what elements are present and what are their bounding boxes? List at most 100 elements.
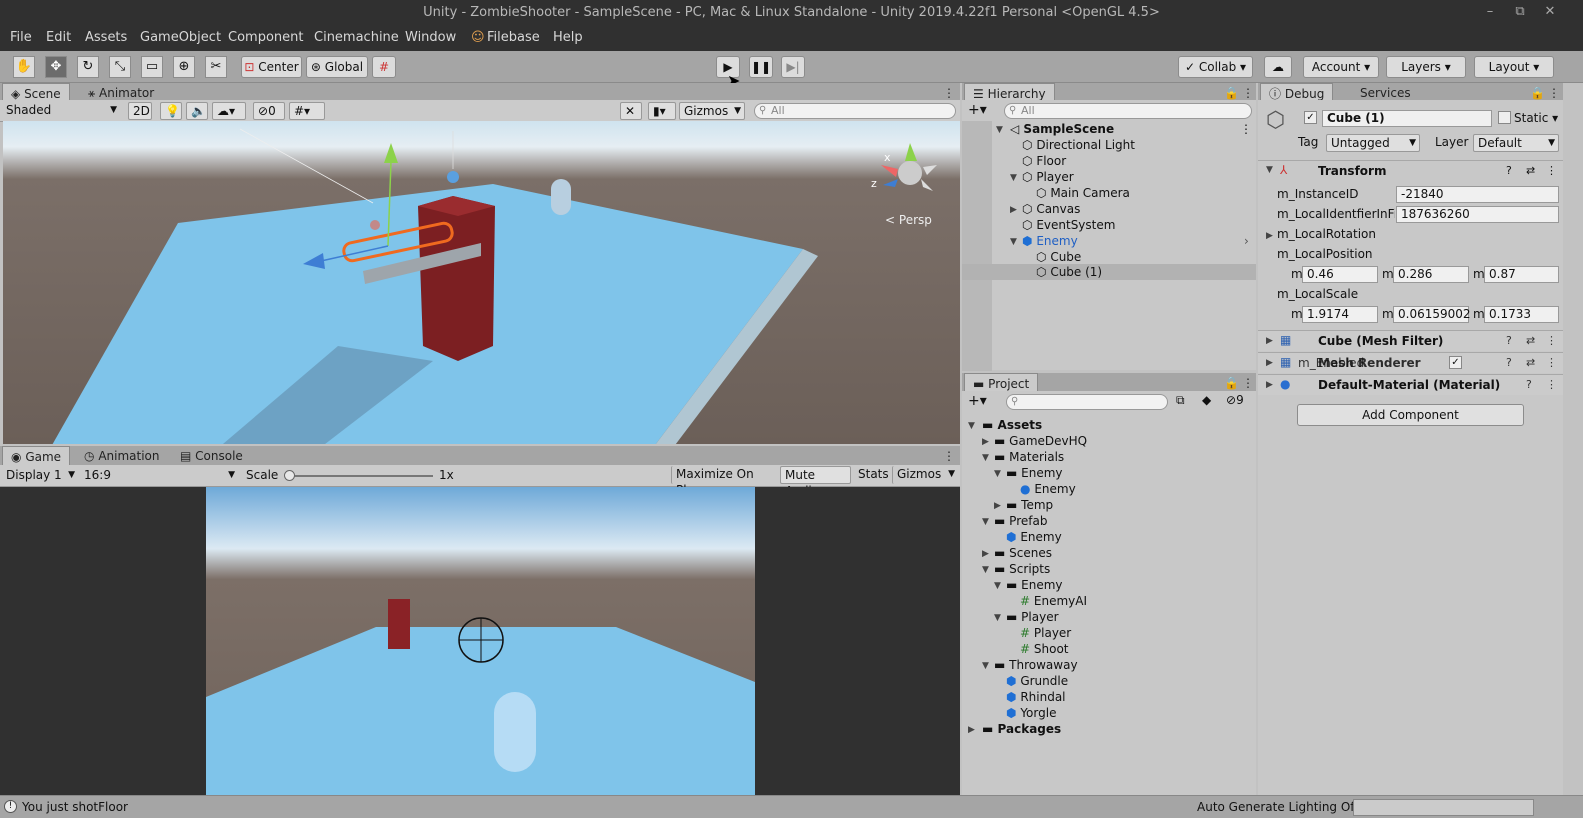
collapse-icon[interactable]: ▶ bbox=[1266, 336, 1273, 346]
static-checkbox[interactable] bbox=[1498, 111, 1511, 124]
position-x-field[interactable]: 0.46 bbox=[1302, 266, 1378, 283]
tag-dropdown[interactable]: Untagged ▼ bbox=[1326, 134, 1420, 152]
scene-search-input[interactable]: ⚲ All bbox=[754, 103, 956, 119]
custom-tool-icon[interactable]: ✂ bbox=[205, 56, 227, 78]
collapse-icon[interactable]: ▶ bbox=[1266, 231, 1273, 241]
hierarchy-item[interactable]: ⬡ Floor bbox=[1022, 153, 1066, 169]
scale-slider-track[interactable] bbox=[288, 475, 433, 477]
component-menu-icon[interactable]: ⋮ bbox=[1546, 164, 1557, 177]
add-component-button[interactable]: Add Component bbox=[1297, 404, 1524, 426]
project-item[interactable]: ⬢ Grundle bbox=[1006, 673, 1068, 689]
menu-file[interactable]: File bbox=[10, 30, 32, 45]
project-item[interactable]: ▬ Enemy bbox=[1006, 577, 1063, 593]
expand-icon[interactable]: ▼ bbox=[982, 661, 989, 671]
close-button[interactable]: ✕ bbox=[1541, 3, 1559, 21]
project-item[interactable]: ▬ Scenes bbox=[994, 545, 1052, 561]
preset-icon[interactable]: ⇄ bbox=[1526, 356, 1535, 369]
expand-icon[interactable]: ▼ bbox=[1010, 173, 1017, 183]
layer-dropdown[interactable]: Default ▼ bbox=[1473, 134, 1559, 152]
collapse-icon[interactable]: ▶ bbox=[968, 725, 975, 735]
menu-component[interactable]: Component bbox=[228, 30, 303, 45]
chevron-right-icon[interactable]: › bbox=[1244, 234, 1249, 248]
tab-console[interactable]: ▤ Console bbox=[172, 446, 251, 466]
aspect-dropdown[interactable]: 16:9 ▼ bbox=[80, 467, 238, 485]
project-item[interactable]: ▬ Scripts bbox=[994, 561, 1050, 577]
step-button[interactable]: ▶| bbox=[781, 56, 805, 78]
hierarchy-item[interactable]: ⬡ EventSystem bbox=[1022, 217, 1115, 233]
object-name-field[interactable]: Cube (1) bbox=[1322, 110, 1492, 127]
transform-header[interactable]: ▼ ⅄ Transform ? ⇄ ⋮ bbox=[1258, 160, 1563, 181]
mesh-renderer-header[interactable]: ▶ ▦ m_Enabled Mesh Renderer ✓ ? ⇄ ⋮ bbox=[1258, 352, 1563, 373]
expand-icon[interactable]: ▼ bbox=[1266, 165, 1273, 175]
gizmos-dropdown[interactable]: Gizmos ▼ bbox=[679, 102, 745, 120]
hierarchy-scene-row[interactable]: ◁ SampleScene bbox=[1010, 121, 1114, 137]
hierarchy-item[interactable]: ⬡ Canvas bbox=[1022, 201, 1080, 217]
tab-animation[interactable]: ◷ Animation bbox=[76, 446, 168, 466]
persp-label[interactable]: < Persp bbox=[885, 213, 932, 227]
project-item[interactable]: ▬ Temp bbox=[1006, 497, 1053, 513]
position-y-field[interactable]: 0.286 bbox=[1393, 266, 1469, 283]
layout-dropdown[interactable]: Layout ▾ bbox=[1474, 56, 1554, 78]
expand-icon[interactable]: ▼ bbox=[994, 469, 1001, 479]
pivot-center-button[interactable]: ⊡ Center bbox=[241, 56, 302, 78]
game-menu-icon[interactable]: ⋮ bbox=[935, 446, 963, 466]
menu-gameobject[interactable]: GameObject bbox=[140, 30, 221, 45]
project-item[interactable]: ● Enemy bbox=[1020, 481, 1076, 497]
expand-icon[interactable]: ▼ bbox=[968, 421, 975, 431]
component-menu-icon[interactable]: ⋮ bbox=[1546, 356, 1557, 369]
maximize-button[interactable]: ⧉ bbox=[1511, 3, 1529, 21]
tools-icon[interactable]: ✕ bbox=[620, 102, 642, 120]
menu-assets[interactable]: Assets bbox=[85, 30, 127, 45]
expand-icon[interactable]: ▼ bbox=[982, 517, 989, 527]
project-item[interactable]: # Shoot bbox=[1020, 641, 1069, 657]
local-rotation-label[interactable]: m_LocalRotation bbox=[1277, 227, 1376, 241]
scale-x-field[interactable]: 1.9174 bbox=[1302, 306, 1378, 323]
material-header[interactable]: ▶ ● Default-Material (Material) ? ⋮ bbox=[1258, 374, 1563, 395]
account-dropdown[interactable]: Account ▾ bbox=[1303, 56, 1379, 78]
menu-help[interactable]: Help bbox=[553, 30, 583, 45]
maximize-on-play-toggle[interactable]: Maximize On Play bbox=[671, 466, 777, 497]
position-z-field[interactable]: 0.87 bbox=[1484, 266, 1559, 283]
mesh-filter-header[interactable]: ▶ ▦ Cube (Mesh Filter) ? ⇄ ⋮ bbox=[1258, 330, 1563, 351]
hierarchy-item[interactable]: ⬡ Main Camera bbox=[1036, 185, 1130, 201]
pause-button[interactable]: ❚❚ bbox=[749, 56, 773, 78]
collapse-icon[interactable]: ▶ bbox=[982, 549, 989, 559]
rect-tool-icon[interactable]: ▭ bbox=[141, 56, 163, 78]
snap-grid-icon[interactable]: # bbox=[372, 56, 396, 78]
project-item[interactable]: ⬢ Yorgle bbox=[1006, 705, 1056, 721]
space-global-button[interactable]: ⊛ Global bbox=[306, 56, 368, 78]
renderer-enabled-checkbox[interactable]: ✓ bbox=[1449, 356, 1462, 369]
expand-icon[interactable]: ▼ bbox=[996, 125, 1003, 135]
project-item[interactable]: # EnemyAI bbox=[1020, 593, 1087, 609]
project-search-input[interactable]: ⚲ bbox=[1006, 394, 1168, 410]
project-item-packages[interactable]: ▬ Packages bbox=[982, 721, 1061, 737]
collapse-icon[interactable]: ▶ bbox=[1266, 358, 1273, 368]
menu-filebase[interactable]: Filebase bbox=[487, 30, 540, 45]
project-item[interactable]: ⬢ Rhindal bbox=[1006, 689, 1066, 705]
menu-edit[interactable]: Edit bbox=[46, 30, 71, 45]
lighting-icon[interactable]: 💡 bbox=[160, 102, 182, 120]
hidden-objects-toggle[interactable]: ⊘0 bbox=[253, 102, 285, 120]
help-icon[interactable]: ? bbox=[1506, 164, 1512, 177]
expand-icon[interactable]: ▼ bbox=[982, 565, 989, 575]
display-dropdown[interactable]: Display 1 ▼ bbox=[2, 467, 78, 485]
help-icon[interactable]: ? bbox=[1506, 334, 1512, 347]
minimize-button[interactable]: – bbox=[1481, 3, 1499, 21]
project-item[interactable]: ▬ Throwaway bbox=[994, 657, 1078, 673]
filter-label-icon[interactable]: ◆ bbox=[1202, 393, 1211, 407]
expand-icon[interactable]: ▼ bbox=[982, 453, 989, 463]
project-add-button[interactable]: +▾ bbox=[968, 393, 987, 409]
component-menu-icon[interactable]: ⋮ bbox=[1546, 334, 1557, 347]
help-icon[interactable]: ? bbox=[1506, 356, 1512, 369]
instance-id-field[interactable]: -21840 bbox=[1396, 186, 1559, 203]
grid-icon[interactable]: #▾ bbox=[289, 102, 325, 120]
project-item[interactable]: ▬ Player bbox=[1006, 609, 1059, 625]
collapse-icon[interactable]: ▶ bbox=[982, 437, 989, 447]
mute-audio-toggle[interactable]: Mute Audio bbox=[780, 466, 851, 498]
project-item[interactable]: # Player bbox=[1020, 625, 1071, 641]
move-tool-icon[interactable]: ✥ bbox=[45, 56, 67, 78]
hierarchy-add-button[interactable]: +▾ bbox=[968, 102, 987, 118]
scene-row-menu-icon[interactable]: ⋮ bbox=[1240, 122, 1252, 136]
info-icon[interactable]: ! bbox=[4, 800, 17, 813]
collapse-icon[interactable]: ▶ bbox=[1010, 205, 1017, 215]
